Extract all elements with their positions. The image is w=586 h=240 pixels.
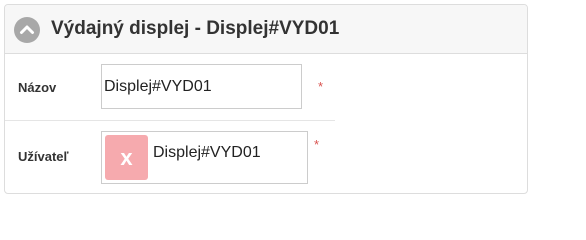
name-input[interactable]: [104, 65, 296, 108]
chevron-up-icon: [20, 25, 34, 34]
remove-tag-button[interactable]: x: [105, 135, 148, 180]
form-row-name: Názov *: [5, 54, 335, 121]
user-label: Užívateľ: [18, 149, 69, 164]
form-row-user: Užívateľ x Displej#VYD01 *: [5, 121, 335, 193]
name-label: Názov: [18, 80, 57, 95]
display-panel: Výdajný displej - Displej#VYD01 Názov * …: [4, 4, 528, 194]
collapse-button[interactable]: [14, 17, 40, 43]
selected-user-tag: Displej#VYD01: [153, 144, 261, 161]
name-input-box: [101, 64, 302, 109]
panel-title: Výdajný displej - Displej#VYD01: [51, 18, 340, 39]
required-marker: *: [318, 79, 324, 94]
panel-header: Výdajný displej - Displej#VYD01: [5, 5, 527, 54]
required-marker: *: [314, 137, 320, 152]
user-select[interactable]: x Displej#VYD01: [101, 131, 308, 184]
